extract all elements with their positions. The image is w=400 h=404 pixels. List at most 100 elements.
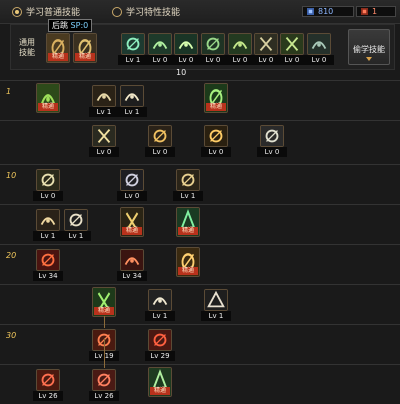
skill-slot[interactable]: Lv 1 [173, 169, 203, 201]
tooltip-sp-cost: SP:0 [70, 21, 89, 30]
crossed-blades-icon[interactable]: 精通 [120, 207, 144, 237]
skill-slot[interactable]: 精通 [176, 247, 200, 279]
rider-icon[interactable] [228, 33, 252, 55]
skill-level: Lv 0 [117, 191, 147, 201]
double-strike-icon[interactable] [148, 289, 172, 311]
mastery-badge: 精通 [206, 103, 226, 111]
green-burst-icon[interactable]: 精通 [176, 207, 200, 237]
common-skills-label: 通用 技能 [15, 38, 39, 58]
skill-slot[interactable]: Lv 0 [171, 33, 201, 65]
skill-slot[interactable]: Lv 0 [117, 169, 147, 201]
skill-slot[interactable]: 精通 [120, 207, 144, 239]
skill-slot[interactable]: Lv 1 [61, 209, 91, 241]
tab-special-skills[interactable]: 学习特性技能 [112, 5, 180, 18]
smoke-icon[interactable] [307, 33, 331, 55]
red-dash-icon[interactable] [92, 369, 116, 391]
skill-slot[interactable]: Lv 0 [251, 33, 281, 65]
skill-level: Lv 26 [89, 391, 119, 401]
moon-icon[interactable] [120, 169, 144, 191]
skill-slot[interactable]: 精通 [36, 83, 60, 115]
tp-icon [361, 8, 368, 15]
mastery-badge: 精通 [48, 53, 68, 61]
skill-connector [104, 316, 105, 328]
skill-slot[interactable]: Lv 1 [145, 289, 175, 321]
skill-slot[interactable]: Lv 0 [145, 33, 175, 65]
skill-slot[interactable]: Lv 0 [201, 125, 231, 157]
skill-level: Lv 1 [117, 107, 147, 117]
skill-slot[interactable]: 精通 [92, 287, 116, 319]
cross-icon[interactable] [148, 33, 172, 55]
guard-shield-icon[interactable] [260, 125, 284, 147]
green-fury-icon[interactable]: 精通 [92, 287, 116, 317]
gold-rune-icon[interactable]: 精通 [36, 83, 60, 113]
tab-normal-skills[interactable]: 学习普通技能 [12, 5, 80, 18]
dark-figure-icon[interactable] [204, 289, 228, 311]
wolf-icon[interactable] [201, 33, 225, 55]
flame-figure-icon[interactable]: 精通 [176, 247, 200, 277]
skill-slot[interactable]: Lv 26 [89, 369, 119, 401]
bird-icon[interactable] [121, 33, 145, 55]
skill-slot[interactable]: Lv 0 [89, 125, 119, 157]
chevron-down-icon[interactable] [366, 57, 372, 61]
skill-tree: 1 10 20 30 精通 Lv 1 Lv 1 精通 Lv 0 Lv 0 Lv 0 Lv 0 Lv 0L… [0, 80, 400, 404]
leaf-icon[interactable]: 精通 [204, 83, 228, 113]
mastery-badge: 精通 [94, 307, 114, 315]
wind-icon[interactable] [176, 169, 200, 191]
skill-slot[interactable]: 精通 [148, 367, 172, 399]
skill-level: Lv 0 [89, 147, 119, 157]
radio-selected-icon[interactable] [12, 6, 22, 17]
crescent-icon[interactable] [204, 125, 228, 147]
green-shard-icon[interactable]: 精通 [148, 367, 172, 397]
skill-slot[interactable]: Lv 0 [257, 125, 287, 157]
skill-slot[interactable]: Lv 0 [277, 33, 307, 65]
dagger-icon[interactable] [92, 125, 116, 147]
leap-icon[interactable]: 精通 [73, 33, 97, 63]
skill-slot[interactable]: Lv 1 [118, 33, 148, 65]
mastery-badge: 精通 [150, 387, 170, 395]
skill-tree-row: 30 [0, 324, 400, 364]
skill-slot[interactable]: Lv 29 [145, 329, 175, 361]
skill-level: Lv 0 [257, 147, 287, 157]
skill-slot[interactable]: Lv 34 [33, 249, 63, 281]
skill-level: Lv 29 [145, 351, 175, 361]
skill-slot[interactable]: Lv 1 [89, 85, 119, 117]
tp-value: 1 [372, 7, 378, 16]
radio-unselected-icon[interactable] [112, 6, 122, 17]
skill-slot[interactable]: Lv 0 [33, 169, 63, 201]
slash-icon[interactable] [92, 85, 116, 107]
skill-slot[interactable]: Lv 26 [33, 369, 63, 401]
fire-arc-icon[interactable] [148, 329, 172, 351]
skill-slot[interactable]: Lv 0 [145, 125, 175, 157]
skill-slot[interactable]: 精通 [176, 207, 200, 239]
shield-icon[interactable] [254, 33, 278, 55]
red-claw-icon[interactable] [36, 249, 60, 271]
red-rune-icon[interactable] [36, 369, 60, 391]
fist-icon[interactable] [36, 169, 60, 191]
skill-slot[interactable]: Lv 1 [201, 289, 231, 321]
skill-slot[interactable]: 精通 [73, 33, 97, 65]
skill-level: Lv 34 [33, 271, 63, 281]
skill-slot[interactable]: Lv 1 [33, 209, 63, 241]
skill-slot[interactable]: Lv 0 [304, 33, 334, 65]
backstep-icon[interactable]: 精通 [46, 33, 70, 63]
skill-slot[interactable]: Lv 0 [225, 33, 255, 65]
hook-icon[interactable] [64, 209, 88, 231]
tooltip-skill-name: 后跳 [52, 21, 68, 30]
skill-slot[interactable]: 精通 [46, 33, 70, 65]
muscle-icon[interactable] [280, 33, 304, 55]
skill-level: Lv 0 [201, 147, 231, 157]
triple-arrow-icon[interactable] [148, 125, 172, 147]
red-swirl-icon[interactable] [120, 249, 144, 271]
whirl-icon[interactable] [36, 209, 60, 231]
arc-slash-icon[interactable] [120, 85, 144, 107]
skill-level: Lv 26 [33, 391, 63, 401]
learn-skill-button[interactable]: 偷学技能 [348, 29, 390, 65]
skill-slot[interactable]: Lv 34 [117, 249, 147, 281]
mastery-badge: 精通 [122, 227, 142, 235]
skill-slot[interactable]: Lv 0 [198, 33, 228, 65]
skill-slot[interactable]: 精通 [204, 83, 228, 115]
skill-slot[interactable]: Lv 1 [117, 85, 147, 117]
spark-icon[interactable] [174, 33, 198, 55]
skill-level: Lv 0 [304, 55, 334, 65]
skill-level: Lv 1 [61, 231, 91, 241]
